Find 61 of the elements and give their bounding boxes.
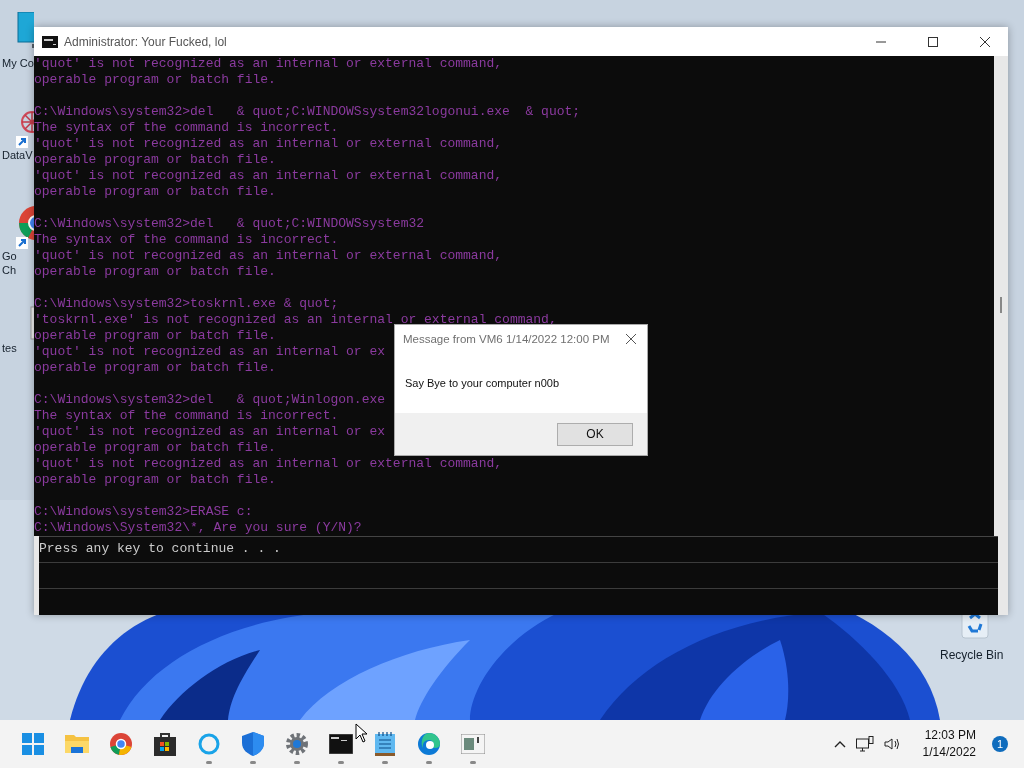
console-line: operable program or batch file. bbox=[34, 264, 276, 280]
app-window-icon[interactable] bbox=[461, 734, 485, 754]
console-line: The syntax of the command is incorrect. bbox=[34, 232, 339, 248]
desktop-icon-label[interactable]: Ch bbox=[2, 263, 17, 277]
ring-icon[interactable] bbox=[198, 733, 220, 755]
console-line: operable program or batch file. bbox=[34, 360, 276, 376]
chrome-icon[interactable] bbox=[110, 733, 132, 755]
ok-button[interactable]: OK bbox=[557, 422, 633, 446]
console-line: The syntax of the command is incorrect. bbox=[34, 408, 339, 424]
console-line: 'quot' is not recognized as an internal or external command, bbox=[34, 248, 503, 264]
console-line: Press any key to continue . . . bbox=[39, 541, 281, 556]
desktop-icon-label[interactable]: Recycle Bin bbox=[940, 648, 1004, 662]
chevron-up-icon[interactable] bbox=[833, 740, 846, 748]
console-line: C:\Windows\system32>ERASE c: bbox=[34, 504, 253, 520]
console-line: C:\Windows\system32>toskrnl.exe & quot; bbox=[34, 296, 339, 312]
console-line: 'quot' is not recognized as an internal or ex bbox=[34, 424, 386, 440]
terminal-icon bbox=[42, 35, 58, 48]
close-icon[interactable] bbox=[625, 333, 637, 345]
console-line: 'quot' is not recognized as an internal or external command, bbox=[34, 56, 503, 72]
console-line: The syntax of the command is incorrect. bbox=[34, 120, 339, 136]
console-line: C:\Windows\System32\*, Are you sure (Y/N)? bbox=[34, 520, 362, 536]
console-line: operable program or batch file. bbox=[34, 72, 276, 88]
console-line: 'quot' is not recognized as an internal or ex bbox=[34, 344, 386, 360]
console-line: operable program or batch file. bbox=[34, 184, 276, 200]
folder-icon[interactable] bbox=[65, 733, 89, 755]
console-line: operable program or batch file. bbox=[34, 440, 276, 456]
settings-icon[interactable] bbox=[285, 732, 309, 756]
notepad-icon[interactable] bbox=[375, 732, 395, 756]
desktop-icon-label[interactable]: tes bbox=[2, 341, 17, 355]
console-line: operable program or batch file. bbox=[34, 328, 276, 344]
maximize-icon[interactable] bbox=[927, 35, 939, 48]
edge-icon[interactable] bbox=[417, 732, 441, 756]
desktop-icon-label[interactable]: Go bbox=[2, 249, 17, 263]
console-line: C:\Windows\system32>del & quot;C:WINDOWSsystem32logonui.exe & quot; bbox=[34, 104, 581, 120]
clock[interactable]: 12:03 PM 1/14/2022 bbox=[922, 727, 976, 761]
shopping-bag-icon[interactable] bbox=[154, 732, 176, 756]
console-line: 'quot' is not recognized as an internal or external command, bbox=[34, 168, 503, 184]
desktop-icon-label[interactable]: DataV bbox=[2, 148, 33, 162]
recycle-bin-icon[interactable] bbox=[958, 615, 992, 640]
console-line: operable program or batch file. bbox=[34, 472, 276, 488]
close-icon[interactable] bbox=[979, 35, 991, 48]
network-icon[interactable] bbox=[855, 736, 874, 752]
console-line: operable program or batch file. bbox=[34, 152, 276, 168]
console-line: C:\Windows\system32>del & quot;Winlogon.exe bbox=[34, 392, 386, 408]
console-line: 'quot' is not recognized as an internal or external command, bbox=[34, 456, 503, 472]
window-title: Administrator: Your Fucked, lol bbox=[64, 34, 227, 49]
cursor-icon bbox=[355, 723, 368, 743]
console-line: 'toskrnl.exe' is not recognized as an internal or external command, bbox=[34, 312, 557, 328]
terminal-icon[interactable] bbox=[329, 734, 353, 754]
windows-logo-icon[interactable] bbox=[22, 733, 44, 755]
notification-badge[interactable]: 1 bbox=[992, 736, 1008, 752]
dialog-message: Say Bye to your computer n00b bbox=[405, 377, 560, 389]
scrollbar-thumb[interactable] bbox=[1000, 297, 1002, 313]
console-line: 'quot' is not recognized as an internal or external command, bbox=[34, 136, 503, 152]
clock-date: 1/14/2022 bbox=[922, 744, 976, 761]
speaker-icon[interactable] bbox=[883, 737, 901, 751]
clock-time: 12:03 PM bbox=[924, 727, 976, 744]
desktop-icon-label[interactable]: My Co bbox=[2, 56, 34, 70]
dialog-title: Message from VM6 1/14/2022 12:00 PM bbox=[403, 333, 610, 345]
console-line: C:\Windows\system32>del & quot;C:WINDOWSsystem32 bbox=[34, 216, 425, 232]
shield-icon[interactable] bbox=[242, 732, 264, 756]
